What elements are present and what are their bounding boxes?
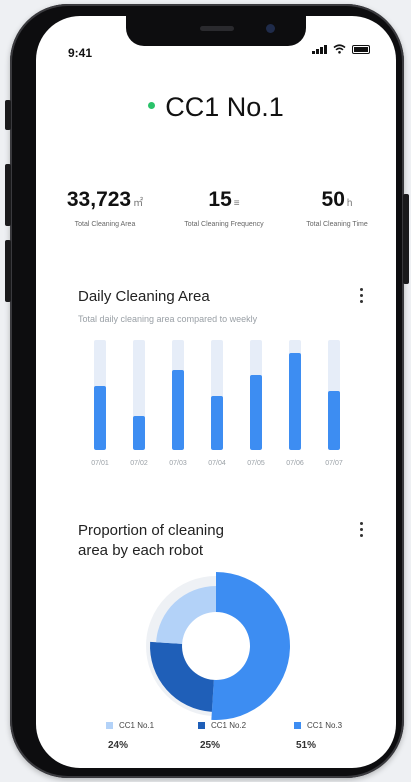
stat-value: 15 [208,188,232,211]
bar[interactable] [133,415,145,450]
stat-label: Total Cleaning Frequency [184,221,264,228]
daily-chart-subtitle: Total daily cleaning area compared to we… [78,314,258,324]
bar[interactable] [94,386,106,450]
bar-track [94,340,106,450]
bar-track [328,340,340,450]
legend-label: CC1 No.3 [307,721,343,730]
donut-slice[interactable] [156,586,216,644]
stat-unit: h [346,198,353,209]
bar-label: 07/02 [130,460,148,467]
stat-value: 50 [321,188,345,211]
proportion-title-line2: area by each robot [78,542,204,559]
legend-item: CC1 No.2 [198,721,246,730]
daily-more-menu-icon[interactable] [360,288,364,306]
mute-switch [5,100,11,130]
legend-item: CC1 No.3 [294,721,342,730]
stat-total-frequency: 15 ≡ Total Cleaning Frequency [174,188,274,228]
status-icons [312,44,370,54]
donut-slice[interactable] [150,641,214,712]
notch [126,16,306,46]
bar-track [250,340,262,450]
bar-track [211,340,223,450]
wifi-icon [333,44,346,54]
power-button [403,194,409,284]
stat-label: Total Cleaning Time [306,221,368,228]
legend-item: CC1 No.1 [106,721,154,730]
volume-up-button [5,164,11,226]
legend-percent: 51% [296,740,317,751]
bar-track [172,340,184,450]
bar[interactable] [211,396,223,450]
proportion-more-menu-icon[interactable] [360,522,364,540]
legend-percent: 25% [200,740,221,751]
legend-percent: 24% [108,740,129,751]
legend-label: CC1 No.1 [119,721,155,730]
stat-total-area: 33,723 ㎡ Total Cleaning Area [60,188,150,228]
legend-swatch [294,722,301,729]
app-screen: 9:41 CC1 No.1 33,723 ㎡ Total Cleaning Are… [36,16,396,768]
legend-swatch [198,722,205,729]
bar[interactable] [250,375,262,450]
online-status-dot [148,102,156,110]
bar-track [133,340,145,450]
stat-label: Total Cleaning Area [74,221,136,228]
daily-chart-title: Daily Cleaning Area [78,288,210,305]
battery-icon [352,44,370,54]
bar[interactable] [172,369,184,450]
bar[interactable] [328,390,340,450]
robot-title: CC1 No.1 [36,92,396,123]
stat-total-time: 50 h Total Cleaning Time [292,188,382,228]
proportion-title-line1: Proportion of cleaning [78,522,224,539]
bar[interactable] [289,353,301,450]
front-camera [266,24,275,33]
bar-label: 07/05 [247,460,265,467]
volume-down-button [5,240,11,302]
stat-value: 33,723 [66,188,132,211]
bar-label: 07/07 [325,460,343,467]
robot-name: CC1 No.1 [165,92,284,122]
phone-frame: 9:41 CC1 No.1 33,723 ㎡ Total Cleaning Are… [5,4,409,778]
proportion-donut-chart [146,572,291,720]
status-time: 9:41 [68,46,93,60]
donut-slice[interactable] [211,572,291,720]
signal-icon [312,44,327,54]
legend-label: CC1 No.2 [211,721,247,730]
legend-swatch [106,722,113,729]
bar-label: 07/04 [208,460,226,467]
speaker [200,26,234,31]
stat-unit: ㎡ [133,198,144,209]
bar-track [289,340,301,450]
stat-unit: ≡ [233,198,240,209]
bar-label: 07/03 [169,460,187,467]
bar-label: 07/01 [91,460,109,467]
bar-label: 07/06 [286,460,304,467]
